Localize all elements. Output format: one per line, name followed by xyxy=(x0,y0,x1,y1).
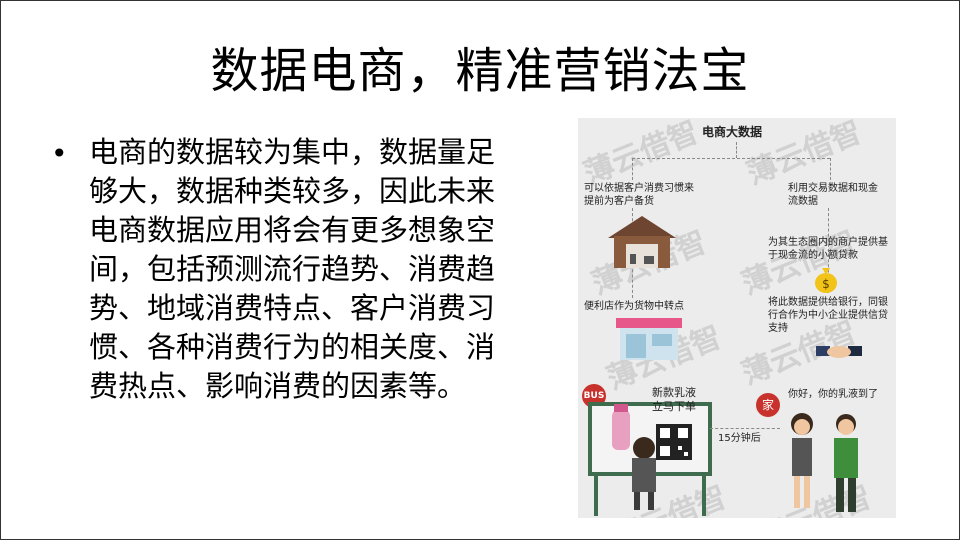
money-symbol: $ xyxy=(822,277,830,291)
connector-line xyxy=(632,158,633,180)
convenience-store-icon xyxy=(616,318,682,360)
new-milk-text: 新款乳液立马下单 xyxy=(652,386,696,413)
bullet-text: 电商的数据较为集中，数据量足够大，数据种类较多，因此未来电商数据应用将会有更多想… xyxy=(89,135,496,403)
connector-line xyxy=(632,158,830,159)
warehouse-icon xyxy=(608,216,676,268)
handshake-icon xyxy=(816,346,862,358)
bank-data-text: 将此数据提供给银行，同银行合作为中小企业提供信贷支持 xyxy=(768,297,888,334)
convenience-store-text: 便利店作为货物中转点 xyxy=(584,301,684,312)
bus-stop-icon xyxy=(588,402,712,516)
ecommerce-infographic: 薄云借智 薄云借智 薄云借智 薄云借智 薄云借智 薄云借智 薄云借智 薄云借智 … xyxy=(578,118,896,518)
delivery-time-text: 15分钟后 xyxy=(718,433,761,444)
connector-line xyxy=(736,142,737,158)
merchant-loan-text: 为其生态圈内的商户提供基于现金流的小额贷款 xyxy=(768,237,888,261)
delivery-dialog-text: 你好，你的乳液到了 xyxy=(788,389,878,400)
connector-line xyxy=(830,158,831,180)
infographic-top-label: 电商大数据 xyxy=(702,125,763,139)
bullet-list: • 电商的数据较为集中，数据量足够大，数据种类较多，因此未来电商数据应用将会有更… xyxy=(51,133,521,406)
slide: 数据电商，精准营销法宝 • 电商的数据较为集中，数据量足够大，数据种类较多，因此… xyxy=(0,0,960,540)
right-branch-text: 利用交易数据和现金流数据 xyxy=(788,183,878,207)
money-bag-icon: $ xyxy=(815,268,837,293)
delivery-arrow-line xyxy=(710,428,780,429)
slide-title: 数据电商，精准营销法宝 xyxy=(210,43,750,99)
people-icon xyxy=(791,413,858,512)
left-branch-text: 可以依据客户消费习惯来提前为客户备货 xyxy=(584,183,694,207)
bullet-dot: • xyxy=(51,137,68,170)
